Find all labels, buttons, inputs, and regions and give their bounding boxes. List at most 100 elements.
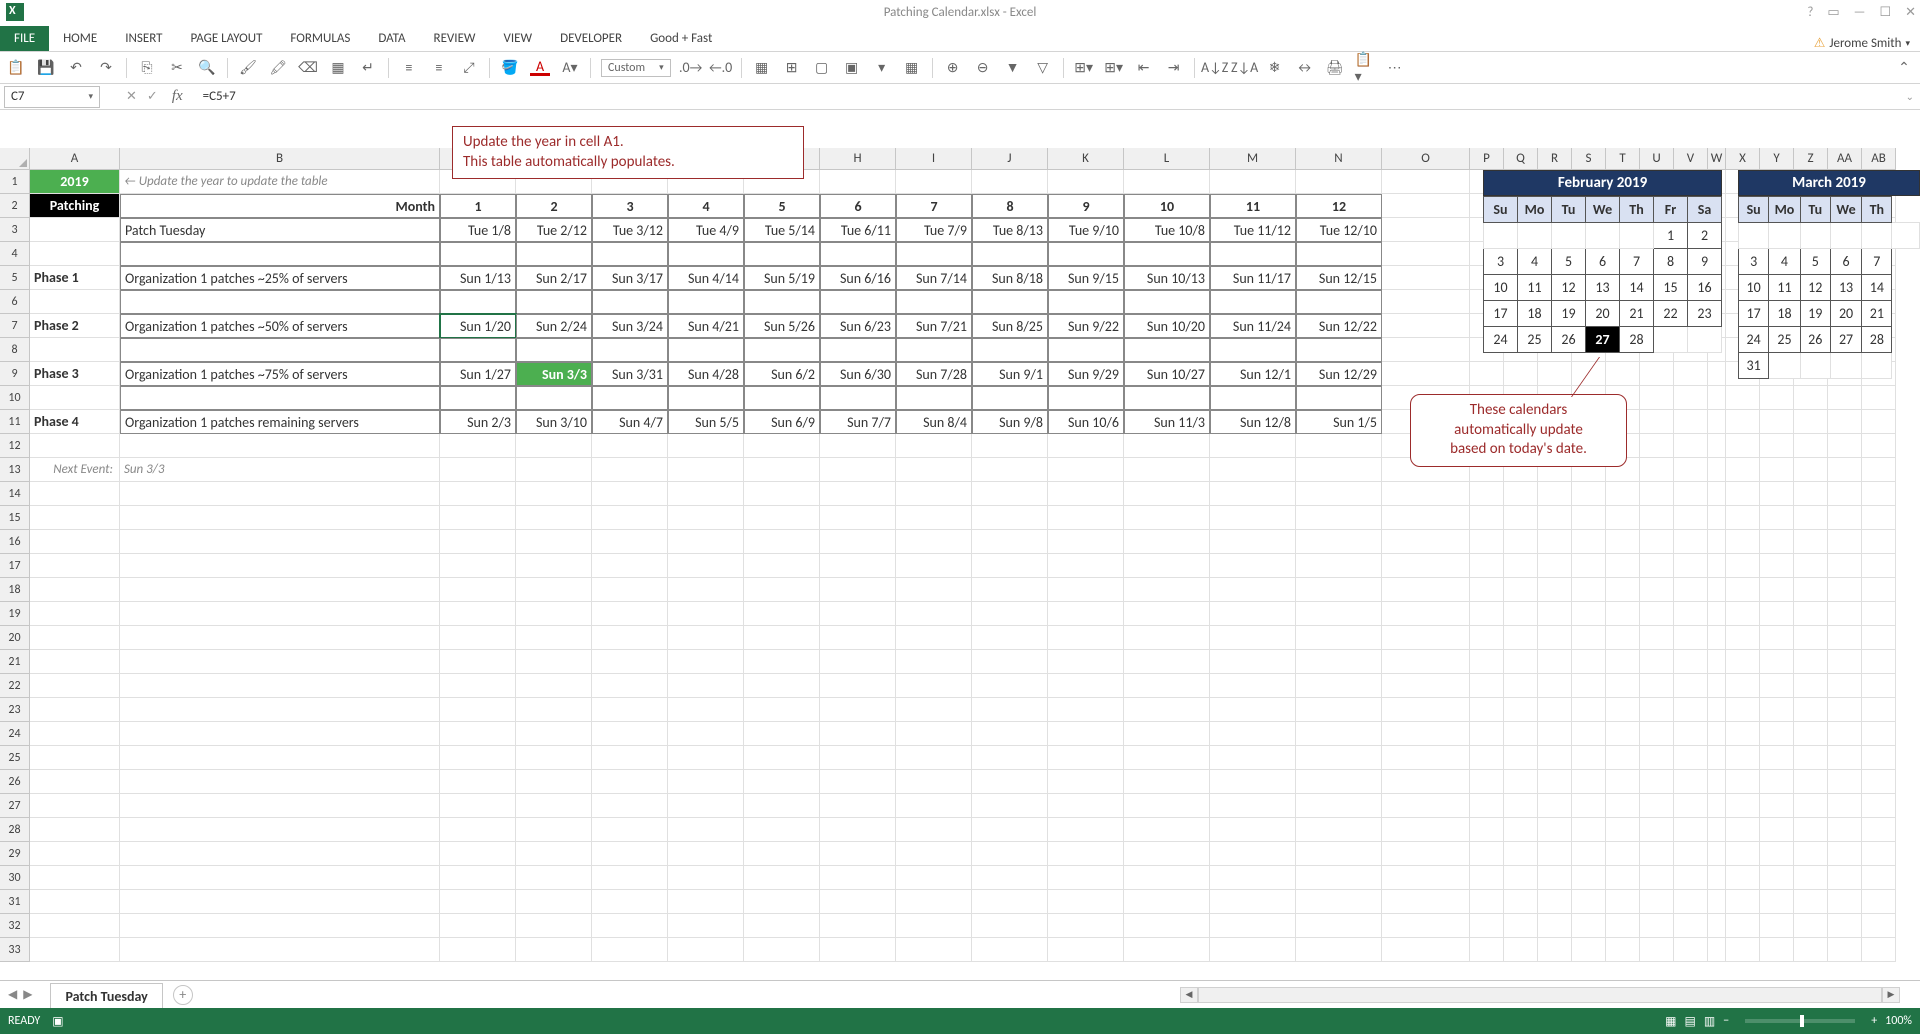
tab-view[interactable]: VIEW (490, 26, 547, 51)
cell[interactable] (972, 722, 1048, 746)
cell[interactable] (896, 770, 972, 794)
cell[interactable] (1606, 650, 1640, 674)
cell[interactable] (440, 674, 516, 698)
cell[interactable] (120, 842, 440, 866)
cell[interactable] (1794, 650, 1828, 674)
cell[interactable] (1606, 890, 1640, 914)
row-header-21[interactable]: 21 (0, 650, 30, 674)
tab-home[interactable]: HOME (49, 26, 111, 51)
save-icon[interactable]: 💾 (36, 58, 56, 78)
cell[interactable]: 2019 (30, 170, 120, 194)
cell[interactable] (592, 626, 668, 650)
cell[interactable] (1504, 794, 1538, 818)
cell[interactable]: Sun 10/27 (1124, 362, 1210, 386)
cell[interactable] (1862, 650, 1896, 674)
cell[interactable] (668, 842, 744, 866)
cell[interactable] (1538, 698, 1572, 722)
cell[interactable]: 3 (592, 194, 668, 218)
row-header-27[interactable]: 27 (0, 794, 30, 818)
cell[interactable] (1606, 578, 1640, 602)
cell[interactable] (1862, 722, 1896, 746)
cell[interactable] (1640, 602, 1674, 626)
cell[interactable] (1726, 842, 1760, 866)
cell[interactable] (972, 338, 1048, 362)
cell[interactable] (972, 554, 1048, 578)
cell[interactable] (440, 914, 516, 938)
cell[interactable] (592, 530, 668, 554)
cell[interactable]: Tue 12/10 (1296, 218, 1382, 242)
cell[interactable] (516, 842, 592, 866)
cell[interactable] (668, 458, 744, 482)
cell[interactable] (1726, 578, 1760, 602)
cell[interactable] (1382, 866, 1470, 890)
cell[interactable] (1828, 722, 1862, 746)
cell[interactable] (1538, 890, 1572, 914)
cell[interactable] (972, 170, 1048, 194)
cell[interactable] (1640, 746, 1674, 770)
cell[interactable] (972, 746, 1048, 770)
cell[interactable]: 9 (1048, 194, 1124, 218)
cell[interactable] (440, 506, 516, 530)
cell[interactable] (972, 386, 1048, 410)
tab-file[interactable]: FILE (0, 26, 49, 51)
cell[interactable] (516, 914, 592, 938)
cell[interactable]: Sun 10/13 (1124, 266, 1210, 290)
cell[interactable]: 7 (896, 194, 972, 218)
scroll-track[interactable] (1198, 987, 1882, 1003)
cell[interactable]: 8 (972, 194, 1048, 218)
cell[interactable] (1296, 722, 1382, 746)
cell[interactable]: Sun 9/29 (1048, 362, 1124, 386)
cell[interactable] (1606, 914, 1640, 938)
cell[interactable] (1470, 770, 1504, 794)
cell[interactable] (896, 866, 972, 890)
freeze-panes-icon[interactable]: ❄ (1265, 58, 1285, 78)
cell[interactable] (1538, 674, 1572, 698)
cell[interactable] (1124, 554, 1210, 578)
cell[interactable] (744, 770, 820, 794)
cell[interactable]: Phase 3 (30, 362, 120, 386)
cell[interactable] (1470, 674, 1504, 698)
cell[interactable] (1048, 578, 1124, 602)
cell[interactable] (744, 554, 820, 578)
col-header-A[interactable]: A (30, 148, 120, 170)
col-header-V[interactable]: V (1674, 148, 1708, 170)
sort-za-icon[interactable]: Z↓A (1235, 58, 1255, 78)
cell[interactable] (1296, 794, 1382, 818)
cell[interactable] (1640, 386, 1674, 410)
cell[interactable] (120, 290, 440, 314)
cell[interactable] (120, 554, 440, 578)
cell[interactable] (668, 602, 744, 626)
cell[interactable] (1640, 434, 1674, 458)
cell[interactable] (1382, 698, 1470, 722)
cell[interactable] (1760, 746, 1794, 770)
cell[interactable]: Phase 1 (30, 266, 120, 290)
cell[interactable] (1382, 194, 1470, 218)
cell[interactable] (120, 746, 440, 770)
row-header-6[interactable]: 6 (0, 290, 30, 314)
cell[interactable] (30, 554, 120, 578)
cell[interactable] (1606, 842, 1640, 866)
cell[interactable]: 4 (668, 194, 744, 218)
cell[interactable] (516, 674, 592, 698)
cell[interactable] (1674, 770, 1708, 794)
cell[interactable] (1048, 770, 1124, 794)
cell[interactable] (820, 890, 896, 914)
cell[interactable] (1048, 554, 1124, 578)
cell[interactable] (1538, 770, 1572, 794)
cell[interactable] (744, 842, 820, 866)
cell[interactable] (744, 866, 820, 890)
row-header-23[interactable]: 23 (0, 698, 30, 722)
cell[interactable] (1760, 386, 1794, 410)
cell[interactable] (440, 482, 516, 506)
cell[interactable] (1640, 818, 1674, 842)
cell[interactable] (668, 938, 744, 962)
cell[interactable] (1794, 458, 1828, 482)
cell[interactable] (1124, 722, 1210, 746)
cell[interactable] (120, 674, 440, 698)
cell[interactable] (1862, 818, 1896, 842)
cell[interactable] (120, 434, 440, 458)
help-icon[interactable]: ? (1807, 5, 1813, 20)
cell[interactable] (972, 434, 1048, 458)
cell[interactable] (592, 890, 668, 914)
cell[interactable] (1210, 602, 1296, 626)
